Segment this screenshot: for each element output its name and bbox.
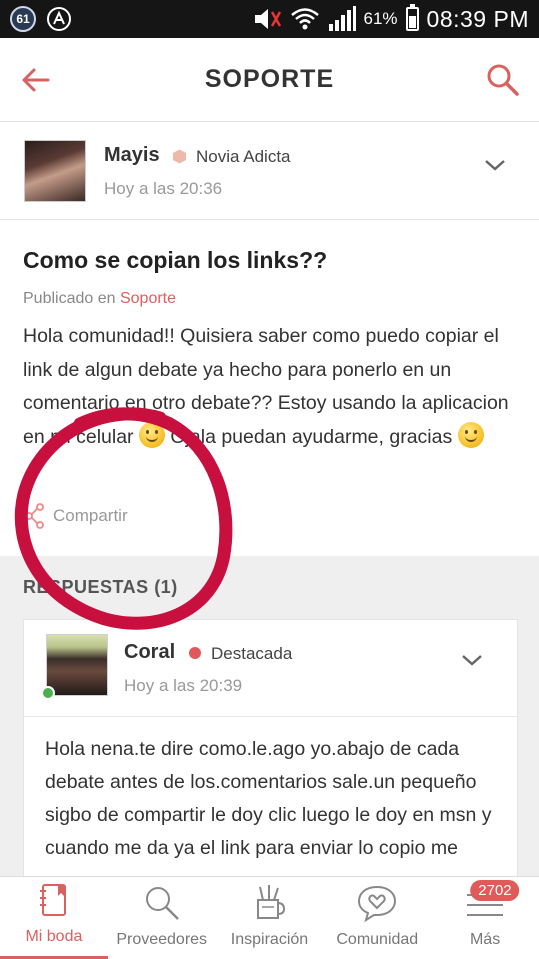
page-title: SOPORTE xyxy=(204,65,335,93)
status-bar: 61 61% 08:39 PM xyxy=(0,0,539,38)
pencil-cup-icon xyxy=(257,885,286,919)
post-author-row: Mayis Novia Adicta Hoy a las 20:36 xyxy=(0,122,539,220)
chevron-down-icon[interactable] xyxy=(461,653,483,667)
avatar[interactable] xyxy=(46,634,108,696)
published-prefix: Publicado en xyxy=(23,290,116,307)
nav-mas[interactable]: 2702 Más xyxy=(431,877,539,959)
nav-label: Mi boda xyxy=(25,928,83,945)
smiley-emoji-icon xyxy=(138,421,165,448)
chat-heart-icon xyxy=(358,885,397,923)
signal-icon xyxy=(328,6,356,31)
battery-icon xyxy=(405,4,419,31)
category-link[interactable]: Soporte xyxy=(120,290,176,307)
battery-percent: 61% xyxy=(363,9,398,28)
mute-icon xyxy=(254,9,281,29)
wifi-icon xyxy=(290,8,319,30)
search-icon[interactable] xyxy=(485,62,521,98)
author-name[interactable]: Mayis xyxy=(104,144,160,167)
post-title: Como se copian los links?? xyxy=(23,247,328,273)
responses-heading: RESPUESTAS (1) xyxy=(23,577,178,597)
share-label: Compartir xyxy=(53,506,128,525)
post-timestamp: Hoy a las 20:36 xyxy=(104,179,223,198)
reply-author-row: Coral Destacada Hoy a las 20:39 xyxy=(24,620,517,717)
nav-inspiracion[interactable]: Inspiración xyxy=(216,877,324,959)
reply-author-rank: Destacada xyxy=(211,644,293,663)
nav-proveedores[interactable]: Proveedores xyxy=(108,877,216,959)
nav-comunidad[interactable]: Comunidad xyxy=(323,877,431,959)
online-status-dot xyxy=(41,686,55,700)
reply-timestamp: Hoy a las 20:39 xyxy=(124,676,243,695)
post-body-text-2: Ojala puedan ayudarme, gracias xyxy=(170,425,453,448)
arrow-left-icon[interactable] xyxy=(18,62,54,98)
chevron-down-icon[interactable] xyxy=(484,158,506,172)
avatar[interactable] xyxy=(24,140,86,202)
notification-count-badge: 61 xyxy=(10,6,36,32)
notebook-icon xyxy=(39,884,66,916)
nav-label: Inspiración xyxy=(230,931,309,948)
notification-badge: 2702 xyxy=(470,880,520,901)
search-icon xyxy=(145,887,179,920)
share-icon xyxy=(25,503,44,529)
nav-mi-boda[interactable]: Mi boda xyxy=(0,877,108,959)
author-rank: Novia Adicta xyxy=(196,147,291,166)
post-category-line: Publicado en Soporte xyxy=(23,290,176,308)
share-button[interactable]: Compartir xyxy=(25,503,128,529)
clock: 08:39 PM xyxy=(426,5,529,32)
reply-card: Coral Destacada Hoy a las 20:39 Hola nen… xyxy=(23,619,518,879)
battery-fill xyxy=(408,15,416,28)
rank-dot-icon xyxy=(189,647,201,659)
rank-hexagon-icon xyxy=(173,149,186,164)
reply-body: Hola nena.te dire como.le.ago yo.abajo d… xyxy=(45,738,492,859)
post-body: Hola comunidad!! Quisiera saber como pue… xyxy=(23,320,513,454)
reply-author-name[interactable]: Coral xyxy=(124,641,175,664)
app-logo-icon xyxy=(47,7,71,31)
smiley-emoji-icon xyxy=(457,421,484,448)
app-bar: SOPORTE xyxy=(0,38,539,122)
nav-label: Proveedores xyxy=(116,931,208,948)
bottom-navigation: Mi boda Proveedores Inspiración Comunida… xyxy=(0,876,539,959)
nav-label: Más xyxy=(469,931,501,948)
nav-label: Comunidad xyxy=(336,931,419,948)
